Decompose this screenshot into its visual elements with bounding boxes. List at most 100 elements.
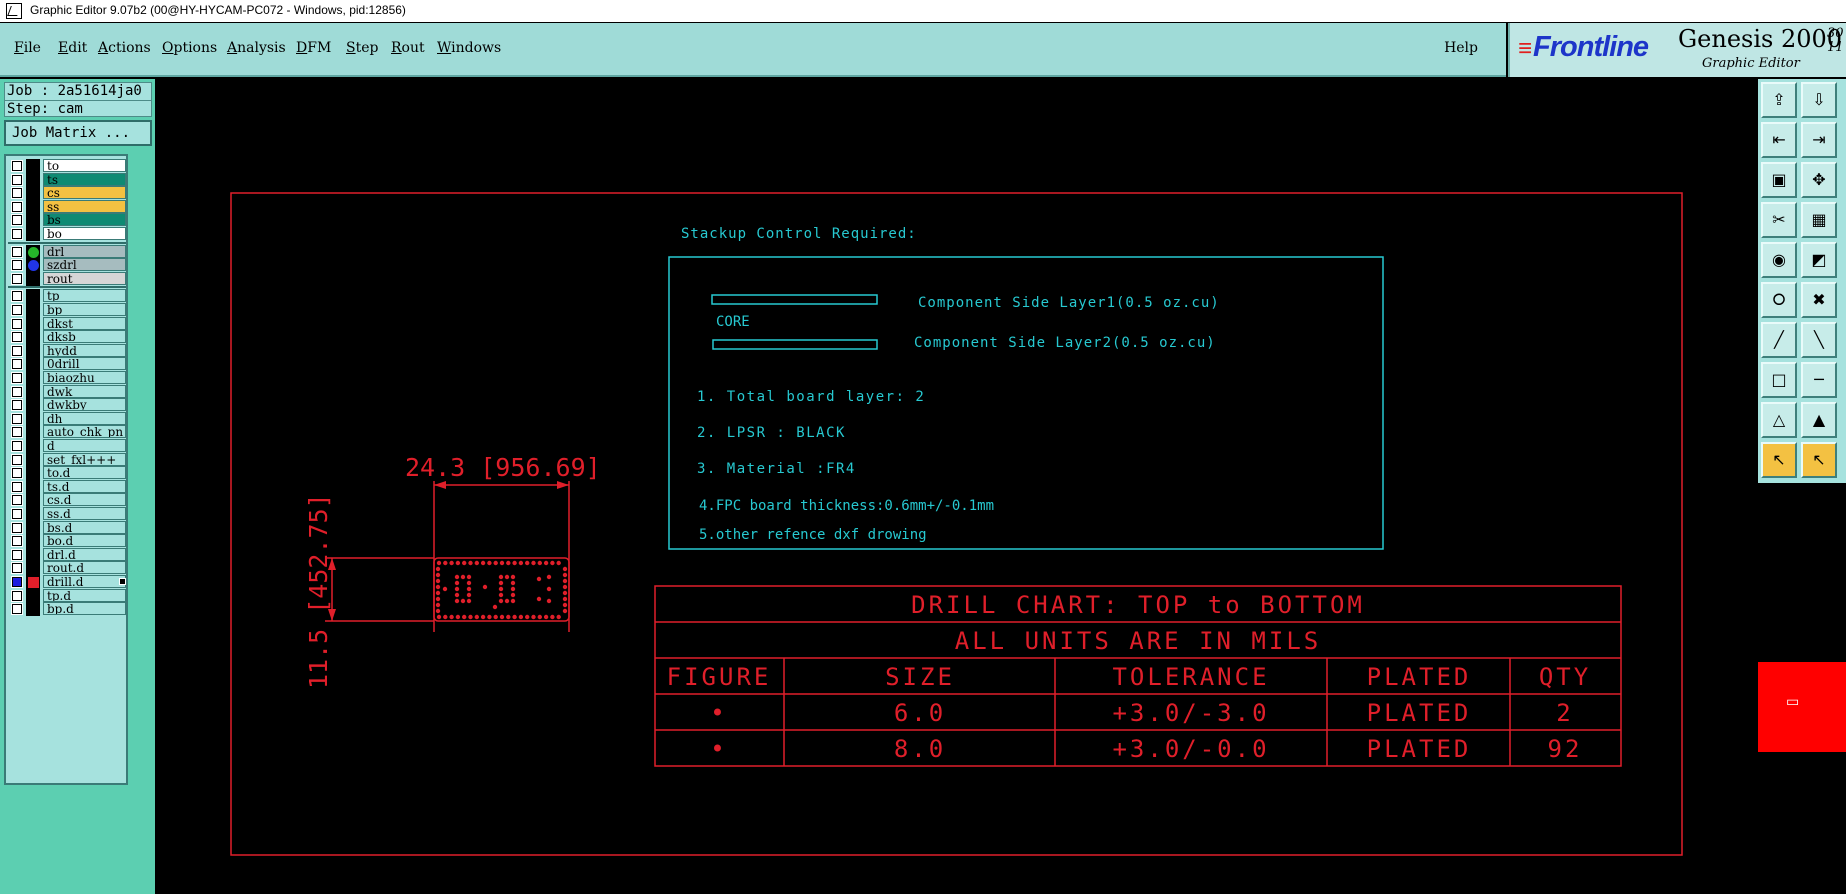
layer-color-swatch[interactable] xyxy=(26,534,40,549)
menu-file[interactable]: File xyxy=(14,40,41,56)
layer-checkbox[interactable] xyxy=(11,331,23,344)
layer-row[interactable]: rout xyxy=(8,271,126,286)
layer-row[interactable]: to.d xyxy=(8,466,126,481)
layer-row[interactable]: drl.d xyxy=(8,547,126,562)
layer-checkbox[interactable] xyxy=(11,214,23,227)
layer-color-swatch[interactable] xyxy=(26,520,40,535)
layer-row[interactable]: biaozhu xyxy=(8,371,126,385)
layer-color-swatch[interactable] xyxy=(26,371,40,385)
layer-checkbox[interactable] xyxy=(11,160,23,172)
menu-windows[interactable]: Windows xyxy=(437,40,501,56)
layer-color-swatch[interactable] xyxy=(26,411,40,426)
layer-checkbox[interactable] xyxy=(11,173,23,186)
layer-color-swatch[interactable] xyxy=(26,159,40,173)
job-matrix-button[interactable]: Job Matrix ... xyxy=(4,120,152,146)
zoom-center-button[interactable]: ✥ xyxy=(1801,162,1837,198)
grid-button[interactable]: ▦ xyxy=(1801,202,1837,238)
polygon-button[interactable]: △ xyxy=(1761,402,1797,438)
layer-row[interactable]: auto_chk_pn xyxy=(8,425,126,440)
layer-color-swatch[interactable] xyxy=(26,213,40,228)
layer-checkbox[interactable] xyxy=(11,187,23,200)
line-edit-button[interactable]: ╲ xyxy=(1801,322,1837,358)
zoom-out-button[interactable]: ⇩ xyxy=(1801,82,1837,118)
layer-color-swatch[interactable] xyxy=(26,384,40,399)
layer-row[interactable]: dksb xyxy=(8,330,126,345)
layer-color-swatch[interactable] xyxy=(26,343,40,358)
layer-checkbox[interactable] xyxy=(11,245,23,258)
layer-row[interactable]: bs.d xyxy=(8,520,126,535)
menu-rout[interactable]: Rout xyxy=(391,40,425,56)
layer-checkbox[interactable] xyxy=(11,548,23,561)
layer-color-swatch[interactable] xyxy=(26,303,40,317)
layer-color-swatch[interactable] xyxy=(26,316,40,331)
layer-checkbox[interactable] xyxy=(11,385,23,398)
layer-color-swatch[interactable] xyxy=(26,289,40,304)
pointer-button[interactable]: ↖ xyxy=(1761,442,1797,478)
layer-checkbox[interactable] xyxy=(11,453,23,466)
status-indicator[interactable]: ▭ xyxy=(1758,662,1846,752)
layer-checkbox[interactable] xyxy=(11,290,23,303)
pointer-select-button[interactable]: ↖ xyxy=(1801,442,1837,478)
layer-checkbox[interactable] xyxy=(11,344,23,357)
layer-row[interactable]: rout.d xyxy=(8,561,126,576)
menu-dfm[interactable]: DFM xyxy=(296,40,331,56)
layer-row[interactable]: tp xyxy=(8,289,126,304)
layer-color-swatch[interactable] xyxy=(26,588,40,603)
cut-line-button[interactable]: ─ xyxy=(1801,362,1837,398)
layer-color-swatch[interactable] xyxy=(26,330,40,345)
layer-row[interactable]: dwkby xyxy=(8,398,126,413)
layer-checkbox[interactable] xyxy=(11,467,23,480)
layer-row[interactable]: tp.d xyxy=(8,588,126,603)
layer-checkbox[interactable] xyxy=(11,494,23,507)
layer-checkbox[interactable] xyxy=(11,508,23,520)
layer-color-swatch[interactable] xyxy=(26,507,40,521)
snap-node-button[interactable]: ⭘ xyxy=(1761,282,1797,318)
layer-color-swatch[interactable] xyxy=(26,561,40,576)
layer-row[interactable]: hydd xyxy=(8,343,126,358)
resize-button[interactable]: ◩ xyxy=(1801,242,1837,278)
layer-row[interactable]: 0drill xyxy=(8,357,126,372)
layer-row[interactable]: dkst xyxy=(8,316,126,331)
layer-color-swatch[interactable] xyxy=(26,466,40,481)
layer-color-swatch[interactable] xyxy=(26,425,40,440)
menu-analysis[interactable]: Analysis xyxy=(227,40,286,56)
pan-right-button[interactable]: ⇥ xyxy=(1801,122,1837,158)
layer-checkbox[interactable] xyxy=(11,521,23,534)
layer-row[interactable]: cs xyxy=(8,186,126,201)
layer-checkbox[interactable] xyxy=(11,200,23,213)
layer-checkbox[interactable] xyxy=(11,358,23,371)
layer-checkbox[interactable] xyxy=(11,562,23,575)
layer-color-swatch[interactable] xyxy=(26,602,40,617)
layer-row[interactable]: bo.d xyxy=(8,534,126,549)
select-filter-button[interactable]: ◉ xyxy=(1761,242,1797,278)
layer-checkbox[interactable] xyxy=(11,440,23,452)
layer-checkbox[interactable] xyxy=(11,228,23,240)
layer-checkbox[interactable] xyxy=(11,603,23,616)
menu-edit[interactable]: Edit xyxy=(58,40,87,56)
layer-color-swatch[interactable] xyxy=(26,493,40,508)
layer-row[interactable]: d xyxy=(8,439,126,453)
pan-left-button[interactable]: ⇤ xyxy=(1761,122,1797,158)
layer-color-swatch[interactable] xyxy=(26,271,40,286)
layer-color-swatch[interactable] xyxy=(26,186,40,201)
layer-row[interactable]: drill.d xyxy=(8,575,126,589)
layer-color-swatch[interactable] xyxy=(26,227,40,241)
line-draw-button[interactable]: ╱ xyxy=(1761,322,1797,358)
menu-options[interactable]: Options xyxy=(162,40,217,56)
layer-checkbox[interactable] xyxy=(11,576,23,588)
layer-row[interactable]: ss xyxy=(8,199,126,214)
layer-row[interactable]: bp.d xyxy=(8,602,126,617)
layer-row[interactable]: ts xyxy=(8,172,126,187)
contour-button[interactable]: ▲ xyxy=(1801,402,1837,438)
layer-color-swatch[interactable] xyxy=(26,172,40,187)
layer-row[interactable]: dh xyxy=(8,411,126,426)
layer-checkbox[interactable] xyxy=(11,535,23,548)
measure-button[interactable]: ✂ xyxy=(1761,202,1797,238)
zoom-fit-button[interactable]: ▣ xyxy=(1761,162,1797,198)
layer-list[interactable]: to ts cs ss bs bo drl szdrl rout tp bp dkst dksb hydd… xyxy=(4,154,128,785)
layer-row[interactable]: ts.d xyxy=(8,479,126,494)
layer-row[interactable]: cs.d xyxy=(8,493,126,508)
layer-row[interactable]: to xyxy=(8,159,126,173)
layer-color-swatch[interactable] xyxy=(26,398,40,413)
layer-color-swatch[interactable] xyxy=(26,439,40,453)
